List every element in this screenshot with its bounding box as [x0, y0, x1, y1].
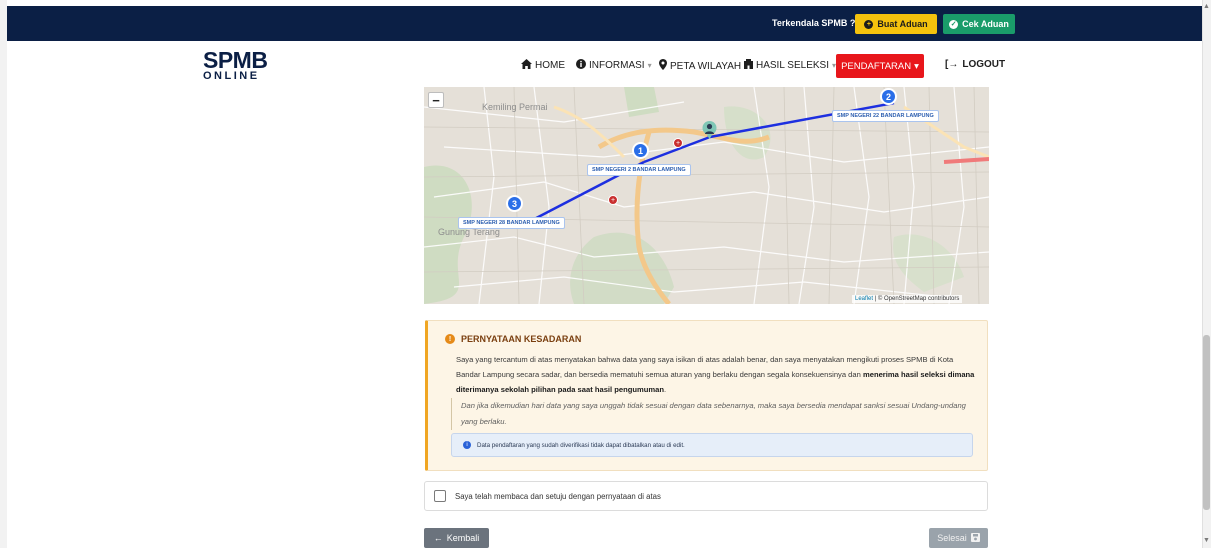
- buat-aduan-label: Buat Aduan: [877, 19, 928, 29]
- nav-logout[interactable]: [→ LOGOUT: [945, 59, 1005, 70]
- map-marker-icon: [659, 59, 667, 73]
- home-icon: [521, 59, 532, 72]
- finish-button-label: Selesai: [937, 533, 967, 543]
- left-edge: [0, 0, 7, 548]
- building-icon: [744, 59, 753, 72]
- map-place-kemiling: Kemiling Permai: [482, 102, 548, 112]
- check-circle-icon: ✓: [949, 19, 959, 29]
- scroll-down-arrow-icon[interactable]: ▼: [1203, 537, 1210, 545]
- nav-home[interactable]: HOME: [521, 59, 565, 72]
- nav-pendaftaran-label: PENDAFTARAN: [841, 60, 912, 72]
- leaflet-link[interactable]: Leaflet: [855, 296, 873, 302]
- info-notice: i Data pendaftaran yang sudah diverifika…: [451, 433, 973, 457]
- nav-pendaftaran[interactable]: PENDAFTARAN ▾: [836, 54, 924, 78]
- nav-home-label: HOME: [535, 60, 565, 71]
- school-label-2: SMP NEGERI 22 BANDAR LAMPUNG: [832, 110, 939, 122]
- school-label-3: SMP NEGERI 28 BANDAR LAMPUNG: [458, 217, 565, 229]
- info-circle-icon: [576, 59, 586, 72]
- top-bar: Terkendala SPMB ? + Buat Aduan ✓ Cek Adu…: [7, 6, 1202, 41]
- zoom-out-button[interactable]: −: [428, 92, 444, 108]
- nav-informasi[interactable]: INFORMASI ▾: [576, 59, 652, 72]
- caret-down-icon: ▾: [914, 60, 919, 72]
- scrollbar-thumb[interactable]: [1203, 335, 1210, 510]
- statement-body: Saya yang tercantum di atas menyatakan b…: [456, 352, 976, 397]
- nav-hasil-seleksi[interactable]: HASIL SELEKSI ▾: [744, 59, 836, 72]
- statement-title: ! PERNYATAAN KESADARAN: [445, 334, 581, 344]
- browser-viewport: ▲ ▼ Terkendala SPMB ? + Buat Aduan ✓ Cek…: [0, 0, 1211, 548]
- finish-button[interactable]: Selesai: [929, 528, 988, 548]
- nav-peta-wilayah[interactable]: PETA WILAYAH: [659, 59, 741, 73]
- buat-aduan-button[interactable]: + Buat Aduan: [855, 14, 937, 34]
- user-location-icon[interactable]: [702, 121, 717, 139]
- logo-main-text: SPMB: [203, 47, 268, 73]
- school-marker-2[interactable]: 2: [880, 88, 897, 105]
- logout-icon: [→: [945, 59, 959, 70]
- vertical-scrollbar[interactable]: ▲ ▼: [1202, 0, 1211, 548]
- hospital-icon: +: [608, 195, 618, 205]
- help-text: Terkendala SPMB ?: [772, 18, 856, 28]
- plus-circle-icon: +: [864, 19, 874, 29]
- nav-informasi-label: INFORMASI: [589, 60, 645, 71]
- back-button[interactable]: ← Kembali: [424, 528, 489, 548]
- chevron-down-icon: ▾: [647, 61, 652, 70]
- info-notice-text: Data pendaftaran yang sudah diverifikasi…: [477, 441, 685, 449]
- nav-hasil-label: HASIL SELEKSI: [756, 60, 829, 71]
- cek-aduan-label: Cek Aduan: [962, 19, 1009, 29]
- nav-logout-label: LOGOUT: [962, 59, 1006, 70]
- hospital-icon: +: [673, 138, 683, 148]
- scroll-up-arrow-icon[interactable]: ▲: [1203, 3, 1210, 11]
- agreement-label[interactable]: Saya telah membaca dan setuju dengan per…: [455, 492, 661, 501]
- info-circle-icon: i: [463, 441, 471, 449]
- statement-body-end: .: [664, 385, 667, 394]
- school-marker-3[interactable]: 3: [506, 195, 523, 212]
- school-label-1: SMP NEGERI 2 BANDAR LAMPUNG: [587, 164, 691, 176]
- agreement-row[interactable]: Saya telah membaca dan setuju dengan per…: [424, 481, 988, 511]
- back-button-label: Kembali: [446, 533, 480, 543]
- statement-quote: Dan jika dikemudian hari data yang saya …: [451, 398, 976, 430]
- statement-title-text: PERNYATAAN KESADARAN: [461, 334, 582, 344]
- save-icon: [970, 532, 980, 544]
- spmb-logo[interactable]: SPMB ONLINE: [203, 47, 275, 83]
- cek-aduan-button[interactable]: ✓ Cek Aduan: [943, 14, 1015, 34]
- map-attribution: Leaflet | © OpenStreetMap contributors: [852, 295, 963, 303]
- arrow-left-icon: ←: [433, 533, 443, 543]
- school-marker-1[interactable]: 1: [632, 142, 649, 159]
- osm-attribution: | © OpenStreetMap contributors: [874, 296, 960, 302]
- nav-peta-label: PETA WILAYAH: [670, 60, 742, 72]
- agreement-checkbox[interactable]: [434, 490, 446, 502]
- warning-circle-icon: !: [445, 334, 455, 344]
